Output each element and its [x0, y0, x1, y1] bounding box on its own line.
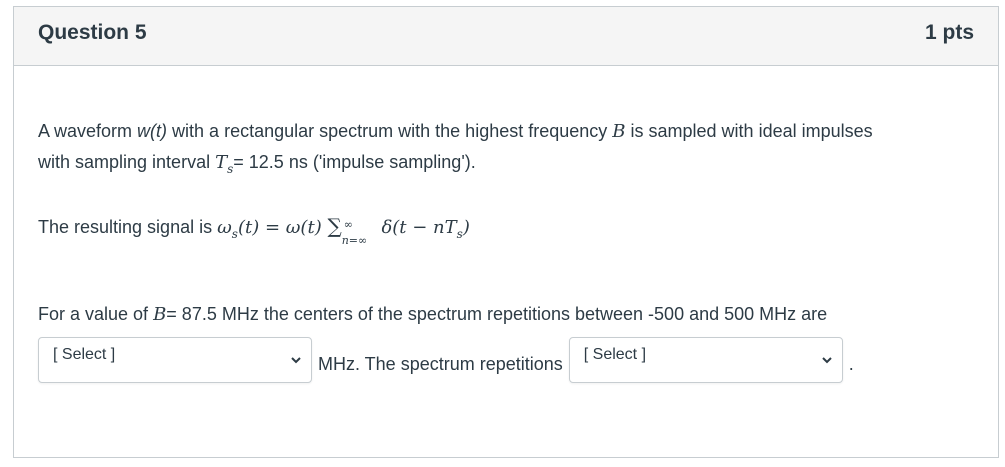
text: with sampling interval [38, 152, 216, 172]
question-points: 1 pts [924, 21, 974, 44]
question-card: Question 5 1 pts A waveform w(t) with a … [13, 6, 999, 458]
text: with a rectangular spectrum with the hig… [167, 121, 613, 141]
text: = 12.5 ns ('impulse sampling'). [233, 152, 476, 172]
sigma-limits: ∞ n=∞ [342, 218, 376, 247]
text: For a value of [38, 304, 154, 324]
answer-select-1[interactable]: [ Select ] [38, 337, 312, 383]
B-symbol: B [153, 304, 167, 325]
question-paragraph-3: For a value of B= 87.5 MHz the centers o… [38, 299, 974, 330]
text: is sampled with ideal impulses [625, 121, 873, 141]
between-text: MHz. The spectrum repetitions [318, 354, 563, 374]
delta-term: δ(t − nT [375, 217, 457, 238]
sigma-lower: n=∞ [341, 234, 368, 248]
question-paragraph-1: A waveform w(t) with a rectangular spect… [38, 116, 974, 184]
close-paren: ) [462, 217, 470, 238]
chevron-down-icon [822, 357, 832, 364]
select-label: [ Select ] [53, 346, 116, 363]
formula-mid: (t) = ω(t) [237, 217, 328, 238]
question-title: Question 5 [38, 21, 147, 44]
text: = 87.5 MHz the centers of the spectrum r… [166, 304, 828, 324]
select-label: [ Select ] [583, 346, 647, 363]
answer-row: [ Select ] MHz. The spectrum repetitions… [38, 336, 974, 384]
omega-s: ω [217, 217, 232, 238]
sigma-symbol: ∑ [327, 214, 342, 238]
text: A waveform [38, 121, 138, 141]
answer-select-2[interactable]: [ Select ] [568, 337, 843, 383]
wt-term: w(t) [137, 121, 168, 141]
end-text: . [848, 354, 854, 374]
B-symbol: B [612, 121, 626, 142]
text: The resulting signal is [38, 217, 218, 237]
Ts-symbol: T [215, 152, 228, 173]
question-paragraph-2: The resulting signal is ωs(t) = ω(t) ∑ ∞ n… [38, 211, 974, 249]
chevron-down-icon [291, 357, 301, 364]
question-body: A waveform w(t) with a rectangular spect… [38, 65, 974, 384]
question-header: Question 5 1 pts [14, 7, 998, 66]
